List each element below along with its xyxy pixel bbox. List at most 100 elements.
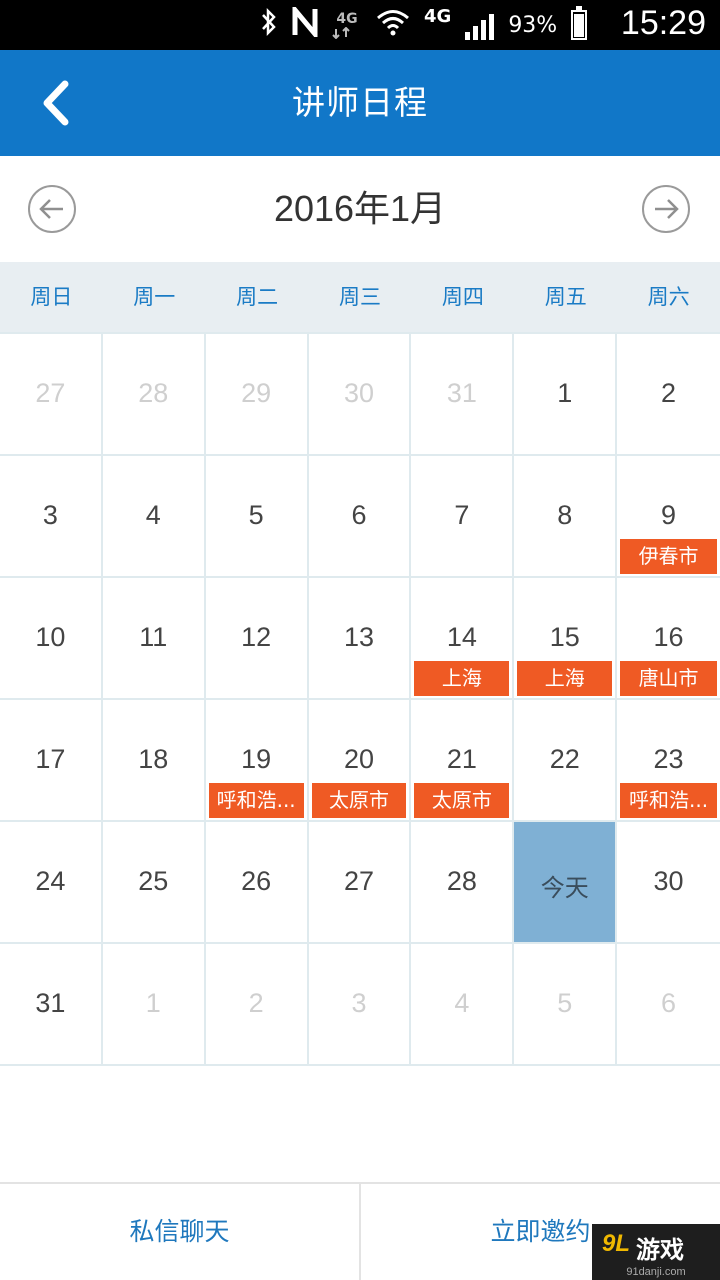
calendar-day[interactable]: 6 xyxy=(308,456,412,578)
prev-month-button[interactable] xyxy=(28,185,76,233)
calendar-day[interactable]: 2 xyxy=(617,334,720,456)
day-number: 7 xyxy=(454,500,470,530)
calendar-day[interactable]: 7 xyxy=(411,456,515,578)
calendar-day[interactable]: 27 xyxy=(0,334,103,456)
calendar-day[interactable]: 16 唐山市 xyxy=(617,578,720,700)
calendar-day[interactable]: 4 xyxy=(102,456,206,578)
day-number: 24 xyxy=(35,866,66,896)
calendar-day[interactable]: 1 xyxy=(102,944,206,1066)
calendar-day[interactable]: 3 xyxy=(0,456,103,578)
arrow-right-circle-icon xyxy=(655,199,679,219)
calendar-day[interactable]: 6 xyxy=(617,944,720,1066)
calendar-day[interactable]: 31 xyxy=(411,334,515,456)
calendar-day[interactable]: 5 xyxy=(205,456,309,578)
network-small-label: 4G xyxy=(336,11,358,27)
day-number: 4 xyxy=(454,988,470,1018)
calendar-day[interactable]: 11 xyxy=(102,578,206,700)
calendar-day[interactable]: 10 xyxy=(0,578,103,700)
private-chat-button[interactable]: 私信聊天 xyxy=(0,1184,359,1280)
watermark-logo-mark: 9L xyxy=(602,1230,631,1257)
calendar-day[interactable]: 28 xyxy=(102,334,206,456)
calendar-grid: 27 28 29 30 31 1 2 3 4 5 6 7 8 9 伊春市 10 11 12 13 14 上海 15 上海 16… xyxy=(0,332,720,1066)
watermark-url: 91danji.com xyxy=(626,1266,686,1278)
event-tag[interactable]: 呼和浩... xyxy=(208,783,304,818)
calendar-day[interactable]: 30 xyxy=(308,334,412,456)
watermark-logo-text: 游戏 xyxy=(636,1236,684,1264)
calendar-day[interactable]: 26 xyxy=(205,822,309,944)
event-tag[interactable]: 呼和浩... xyxy=(620,783,717,818)
weekday-thu: 周四 xyxy=(441,285,484,309)
day-number: 11 xyxy=(139,622,168,652)
network-type-label: 4G xyxy=(424,6,452,27)
calendar-day[interactable]: 27 xyxy=(308,822,412,944)
day-number: 23 xyxy=(653,744,684,774)
calendar-day[interactable]: 31 xyxy=(0,944,103,1066)
day-number: 2 xyxy=(248,988,264,1018)
calendar-day[interactable]: 12 xyxy=(205,578,309,700)
calendar-day[interactable]: 21 太原市 xyxy=(411,700,515,822)
calendar-day[interactable]: 14 上海 xyxy=(411,578,515,700)
day-number: 27 xyxy=(35,378,66,408)
day-number: 4 xyxy=(145,500,161,530)
calendar-day[interactable]: 15 上海 xyxy=(514,578,618,700)
day-number: 3 xyxy=(351,988,367,1018)
day-number: 14 xyxy=(446,622,477,652)
weekday-wed: 周三 xyxy=(339,285,381,309)
day-number: 2 xyxy=(661,378,677,408)
clock: 15:29 xyxy=(620,4,706,42)
event-tag[interactable]: 伊春市 xyxy=(620,539,717,574)
weekday-mon: 周一 xyxy=(133,285,176,309)
calendar-day-today[interactable]: 今天 xyxy=(514,822,618,944)
calendar-day[interactable]: 29 xyxy=(205,334,309,456)
bluetooth-icon xyxy=(260,7,278,43)
day-number: 今天 xyxy=(540,874,589,902)
back-button[interactable] xyxy=(28,74,84,132)
arrow-left-circle-icon xyxy=(39,199,63,219)
signal-icon xyxy=(465,10,495,40)
day-number: 28 xyxy=(446,866,477,896)
day-number: 15 xyxy=(549,622,580,652)
day-number: 19 xyxy=(241,744,272,774)
day-number: 30 xyxy=(653,866,684,896)
day-number: 31 xyxy=(446,378,477,408)
day-number: 9 xyxy=(661,500,677,530)
calendar-day[interactable]: 24 xyxy=(0,822,103,944)
day-number: 10 xyxy=(35,622,66,652)
next-month-button[interactable] xyxy=(642,185,690,233)
calendar-day[interactable]: 25 xyxy=(102,822,206,944)
calendar-day[interactable]: 2 xyxy=(205,944,309,1066)
event-tag[interactable]: 上海 xyxy=(517,661,613,696)
calendar-day[interactable]: 3 xyxy=(308,944,412,1066)
battery-icon xyxy=(571,6,588,40)
calendar-day[interactable]: 20 太原市 xyxy=(308,700,412,822)
event-tag[interactable]: 太原市 xyxy=(311,783,407,818)
day-number: 5 xyxy=(557,988,573,1018)
calendar-day[interactable]: 17 xyxy=(0,700,103,822)
event-tag[interactable]: 唐山市 xyxy=(620,661,717,696)
day-number: 13 xyxy=(343,622,375,652)
month-navigation: 2016年1月 xyxy=(0,156,720,262)
event-tag[interactable]: 太原市 xyxy=(414,783,510,818)
calendar-day[interactable]: 18 xyxy=(102,700,206,822)
calendar-day[interactable]: 1 xyxy=(514,334,618,456)
day-number: 18 xyxy=(138,744,169,774)
day-number: 30 xyxy=(343,378,375,408)
calendar-day[interactable]: 28 xyxy=(411,822,515,944)
weekday-header: 周日 周一 周二 周三 周四 周五 周六 xyxy=(0,262,720,332)
calendar-day[interactable]: 13 xyxy=(308,578,412,700)
calendar-day[interactable]: 9 伊春市 xyxy=(617,456,720,578)
page-title: 讲师日程 xyxy=(292,83,428,122)
calendar-day[interactable]: 19 呼和浩... xyxy=(205,700,309,822)
calendar-day[interactable]: 22 xyxy=(514,700,618,822)
weekday-tue: 周二 xyxy=(236,285,279,309)
calendar-day[interactable]: 4 xyxy=(411,944,515,1066)
calendar-day[interactable]: 5 xyxy=(514,944,618,1066)
event-tag[interactable]: 上海 xyxy=(414,661,510,696)
calendar-day[interactable]: 8 xyxy=(514,456,618,578)
day-number: 3 xyxy=(42,500,58,530)
calendar-day[interactable]: 30 xyxy=(617,822,720,944)
day-number: 31 xyxy=(35,988,66,1018)
day-number: 5 xyxy=(248,500,264,530)
day-number: 28 xyxy=(138,378,169,408)
calendar-day[interactable]: 23 呼和浩... xyxy=(617,700,720,822)
